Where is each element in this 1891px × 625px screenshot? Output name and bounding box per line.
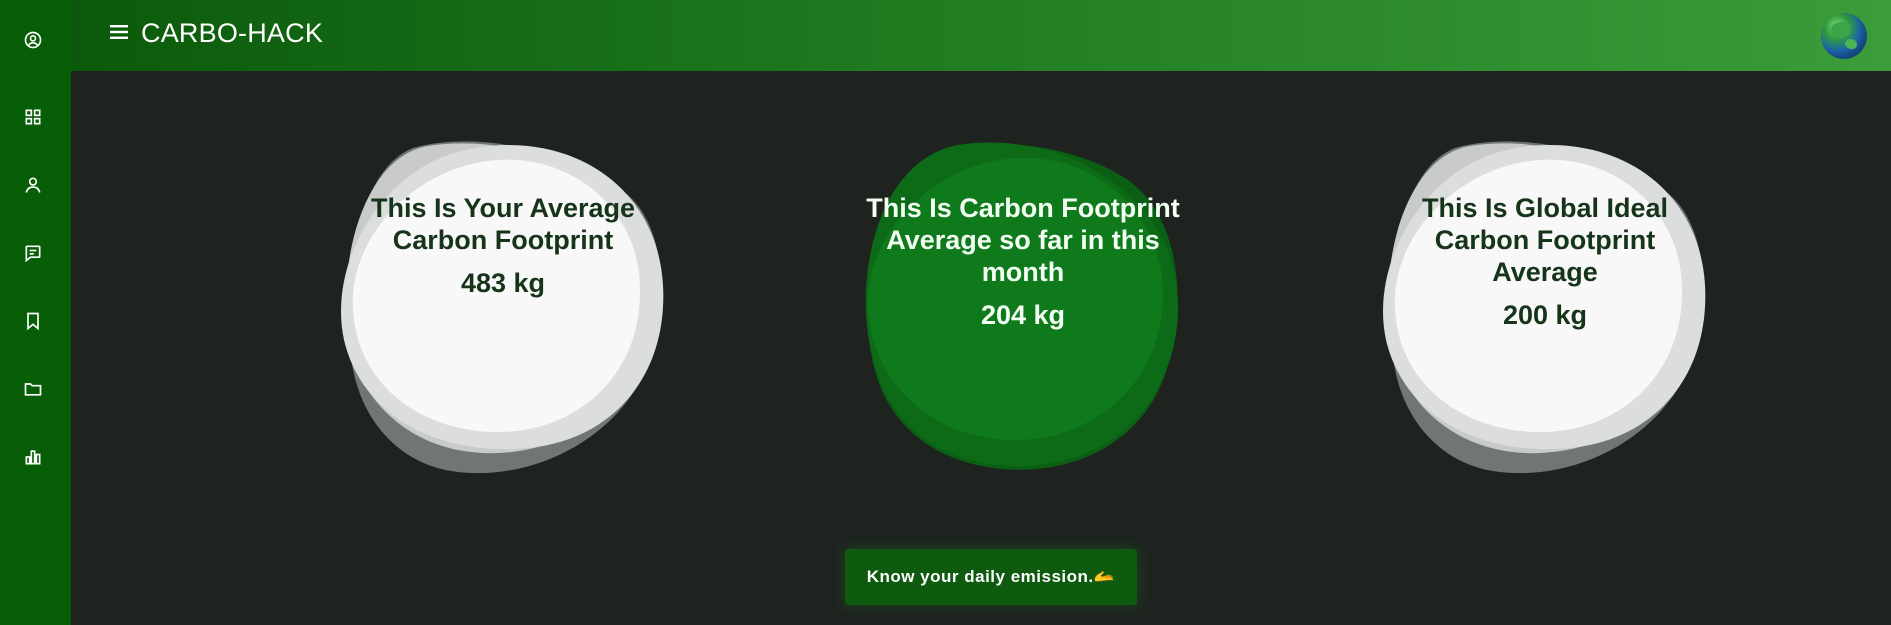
bookmark-icon[interactable] xyxy=(20,308,46,334)
profile-icon[interactable] xyxy=(20,172,46,198)
sidebar xyxy=(0,0,71,625)
user-circle-icon[interactable] xyxy=(20,27,46,53)
know-daily-emission-button[interactable]: Know your daily emission.🫴 xyxy=(845,549,1137,605)
dashboard-grid-icon[interactable] xyxy=(20,104,46,130)
card-value: 200 kg xyxy=(1502,300,1588,330)
blob-shape xyxy=(341,141,664,474)
card-your-average: This Is Your Average Carbon Footprint 48… xyxy=(338,140,668,475)
card-title: This Is Global Ideal Carbon Footprint Av… xyxy=(1421,193,1669,287)
globe-avatar-icon[interactable] xyxy=(1821,13,1867,59)
app-title: CARBO-HACK xyxy=(141,18,324,48)
top-app-bar: CARBO-HACK xyxy=(71,0,1891,71)
card-title: This Is Your Average Carbon Footprint xyxy=(370,193,636,255)
hamburger-menu-icon[interactable] xyxy=(109,22,129,42)
card-global-ideal: This Is Global Ideal Carbon Footprint Av… xyxy=(1380,140,1710,475)
message-icon[interactable] xyxy=(20,240,46,266)
card-monthly-average: This Is Carbon Footprint Average so far … xyxy=(858,140,1188,475)
card-value: 483 kg xyxy=(460,268,546,298)
card-value: 204 kg xyxy=(980,300,1066,330)
folder-icon[interactable] xyxy=(20,376,46,402)
bar-chart-icon[interactable] xyxy=(20,444,46,470)
card-title: This Is Carbon Footprint Average so far … xyxy=(866,193,1180,287)
